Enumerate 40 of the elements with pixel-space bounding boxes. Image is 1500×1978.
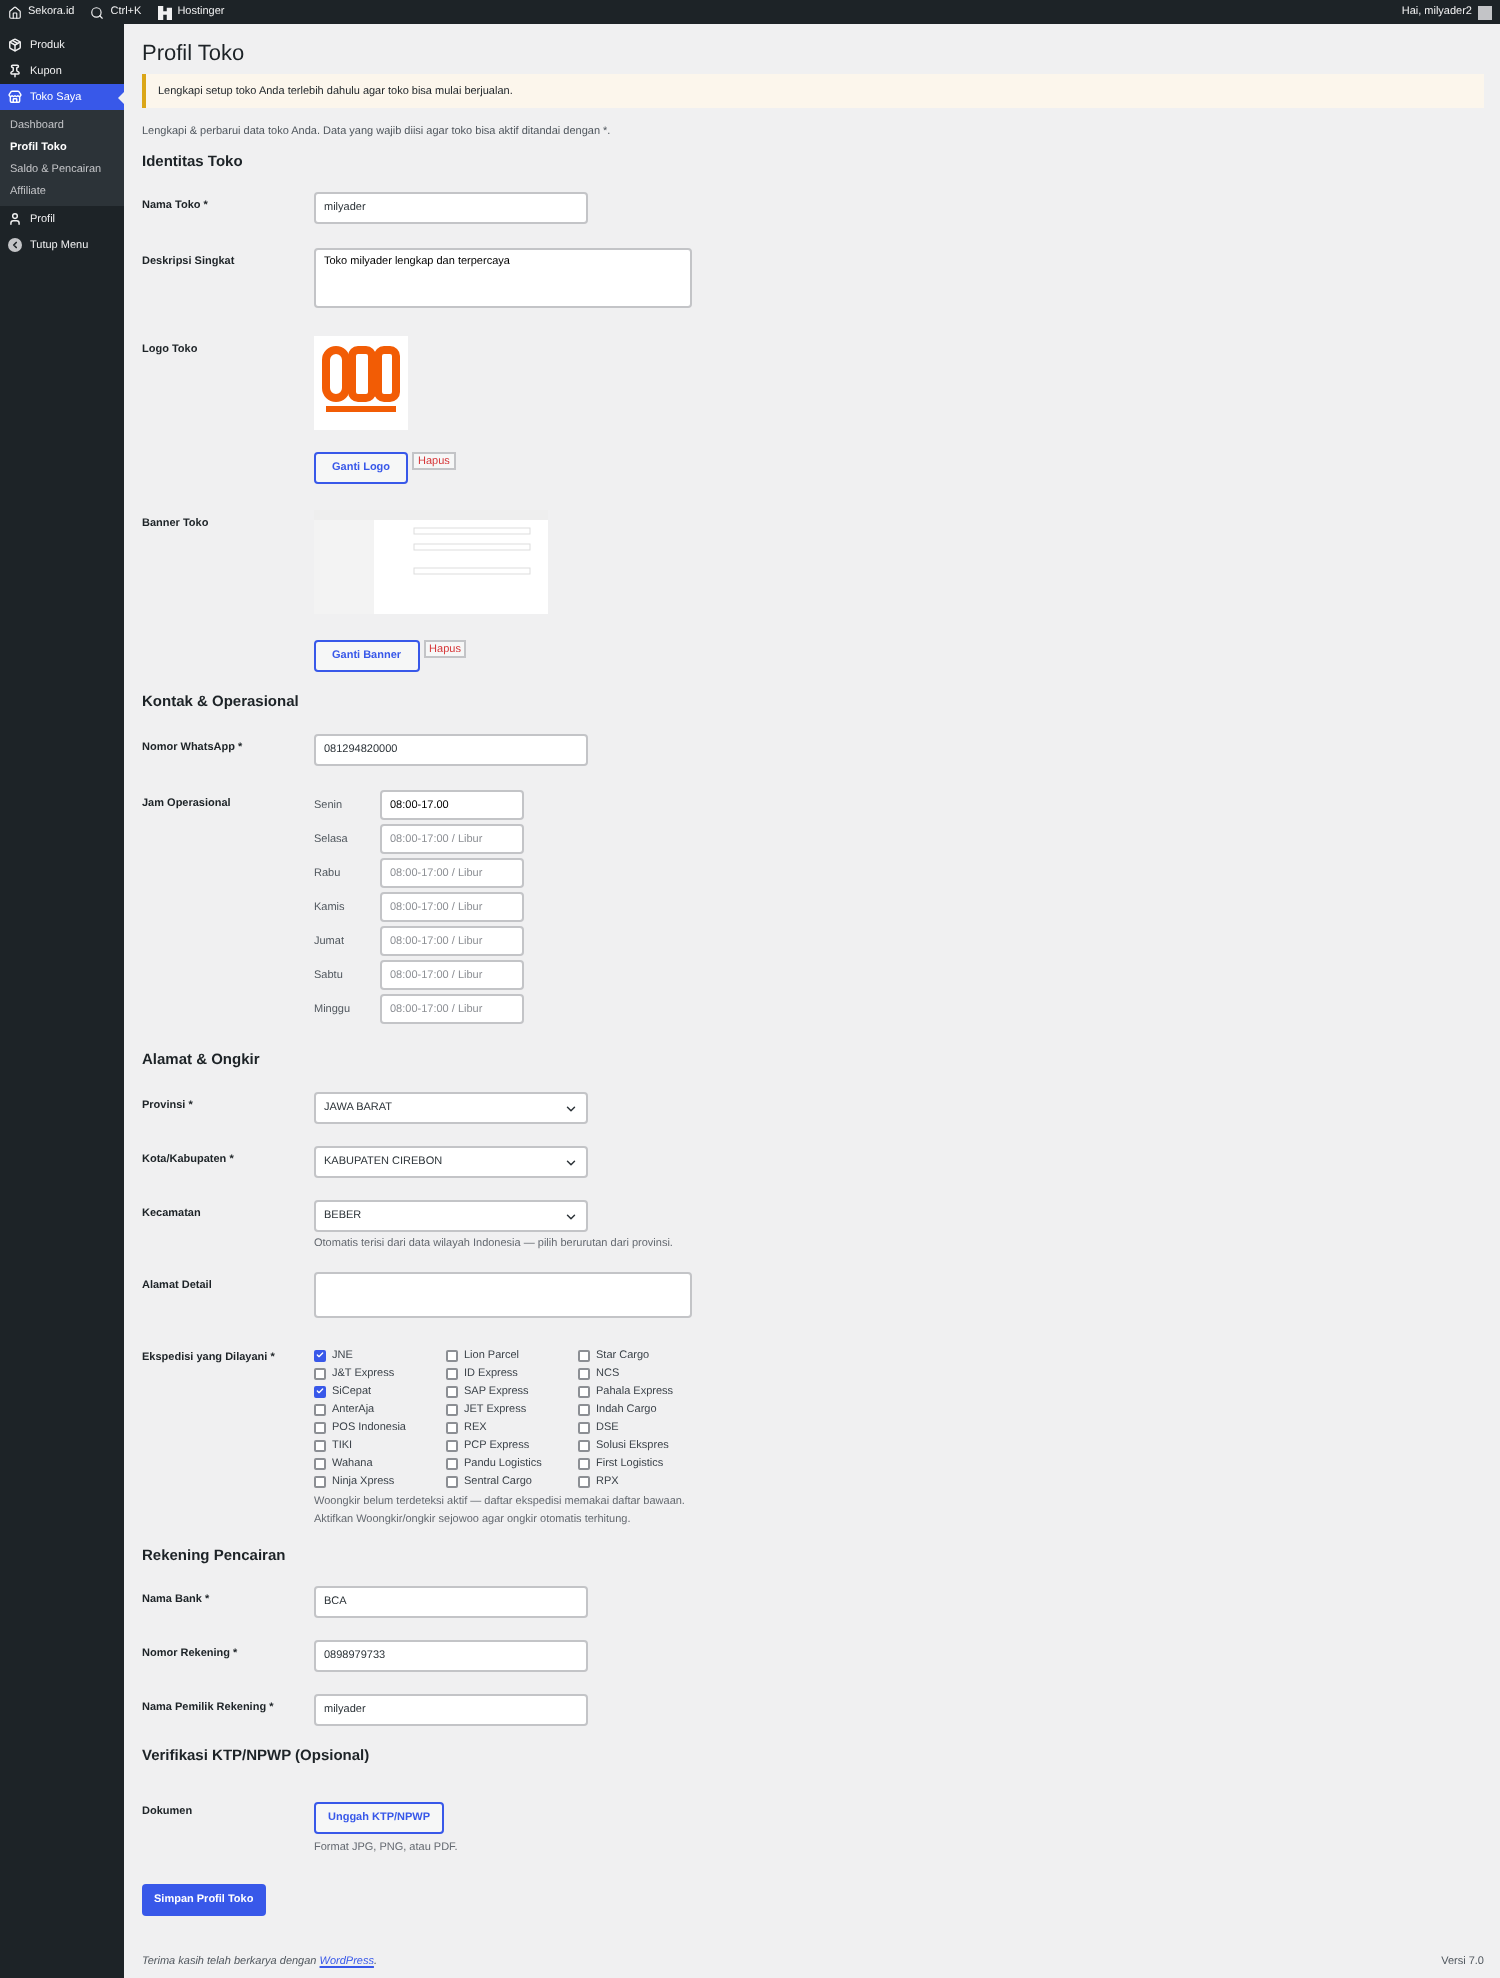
hosting-logo-icon	[157, 5, 172, 19]
courier-checkbox[interactable]	[314, 1385, 326, 1397]
chevron-down-icon	[564, 1101, 578, 1115]
courier-checkbox[interactable]	[314, 1439, 326, 1451]
user-icon	[8, 212, 22, 226]
courier-checkbox[interactable]	[446, 1367, 458, 1379]
store-icon	[8, 90, 22, 104]
courier-checkbox[interactable]	[314, 1421, 326, 1433]
address-textarea[interactable]	[314, 1272, 692, 1318]
courier-checkbox[interactable]	[446, 1475, 458, 1487]
courier-checkbox[interactable]	[446, 1349, 458, 1361]
courier-checkbox[interactable]	[578, 1421, 590, 1433]
chevron-down-icon	[564, 1155, 578, 1169]
chevron-down-icon	[564, 1209, 578, 1223]
collapse-icon	[8, 238, 22, 252]
courier-checkbox[interactable]	[578, 1367, 590, 1379]
courier-checkbox[interactable]	[446, 1457, 458, 1469]
pin-icon	[8, 64, 22, 78]
courier-checkbox[interactable]	[314, 1475, 326, 1487]
courier-checkbox[interactable]	[578, 1475, 590, 1487]
current-pointer-icon	[118, 91, 124, 103]
avatar-icon	[1478, 5, 1492, 19]
courier-checkbox[interactable]	[578, 1457, 590, 1469]
box-icon	[8, 38, 22, 52]
courier-checkbox[interactable]	[578, 1349, 590, 1361]
courier-checkbox[interactable]	[314, 1403, 326, 1415]
home-icon	[8, 5, 22, 19]
courier-checkbox[interactable]	[578, 1403, 590, 1415]
courier-checkbox[interactable]	[314, 1457, 326, 1469]
logo-image	[314, 336, 408, 430]
courier-checkbox[interactable]	[446, 1439, 458, 1451]
courier-checkbox[interactable]	[446, 1421, 458, 1433]
courier-checkbox[interactable]	[446, 1385, 458, 1397]
page-title: Profil Toko	[142, 42, 245, 66]
courier-checkbox[interactable]	[446, 1403, 458, 1415]
courier-checkbox[interactable]	[314, 1349, 326, 1361]
courier-checkbox[interactable]	[314, 1367, 326, 1379]
courier-checkbox[interactable]	[578, 1439, 590, 1451]
courier-checkbox[interactable]	[578, 1385, 590, 1397]
search-icon	[90, 5, 105, 19]
